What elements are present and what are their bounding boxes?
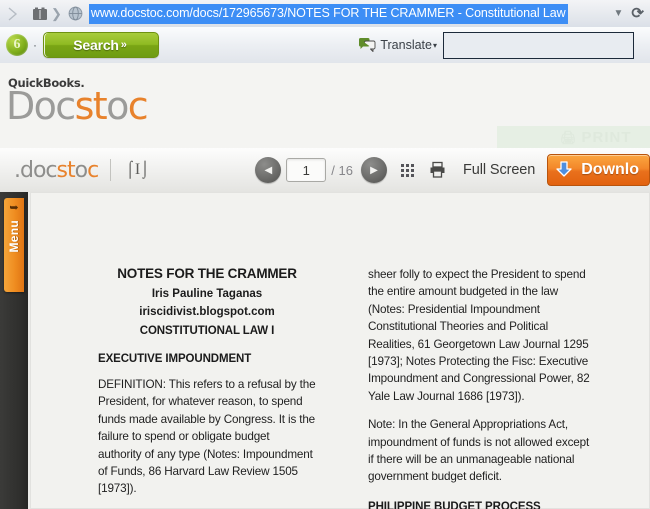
- viewer-logo-doc: .doc: [14, 157, 58, 183]
- docstoc-logo-doc: Doc: [6, 84, 76, 128]
- chevron-down-icon[interactable]: ▾: [433, 41, 437, 50]
- viewer-toolbar: .docstoc ⌠I⌡ ◀ 1 / 16 ▶ Full Screen Down…: [0, 148, 650, 193]
- reload-icon[interactable]: ⟳: [629, 4, 648, 24]
- viewer-logo-st: st: [56, 157, 76, 183]
- globe-icon: [65, 3, 87, 25]
- browser-window: ❯ www.docstoc.com/docs/172965673/NOTES F…: [0, 0, 650, 509]
- prev-page-button[interactable]: ◀: [255, 157, 282, 183]
- page-number-input[interactable]: 1: [286, 158, 327, 182]
- printer-icon: 🖨: [560, 129, 578, 145]
- document-title: NOTES FOR THE CRAMMER: [117, 266, 297, 281]
- speech-bubble-icon: [358, 37, 376, 53]
- search-button-chevrons: »: [120, 39, 127, 51]
- docstoc-logo-st: st: [74, 84, 108, 128]
- tabs-icon[interactable]: [30, 5, 50, 23]
- document-left-column: NOTES FOR THE CRAMMER Iris Pauline Tagan…: [98, 192, 316, 509]
- download-arrow-icon: [554, 160, 574, 180]
- document-page[interactable]: NOTES FOR THE CRAMMER Iris Pauline Tagan…: [30, 192, 650, 509]
- next-page-icon: ▶: [370, 164, 378, 176]
- tab-separator-chevron-icon: ❯: [51, 5, 62, 21]
- document-columns: NOTES FOR THE CRAMMER Iris Pauline Tagan…: [30, 192, 650, 509]
- toolbar-divider: [110, 159, 112, 181]
- prev-page-icon: ◀: [264, 164, 273, 176]
- grid-thumbnails-icon[interactable]: [400, 163, 414, 177]
- menu-tab-button[interactable]: ➥ Menu: [4, 198, 24, 292]
- left-paragraph-1: DEFINITION: This refers to a refusal by …: [98, 378, 316, 496]
- print-ghost-button[interactable]: 🖨 PRINT: [560, 129, 632, 146]
- document-blog-url: iriscidivist.blogspot.com: [139, 306, 275, 318]
- page-number-value: 1: [302, 162, 310, 178]
- address-bar-actions: ▼ ⟳: [608, 4, 650, 24]
- menu-tab-label: Menu: [7, 220, 21, 253]
- url-dropdown-icon[interactable]: ▼: [608, 8, 630, 19]
- url-field[interactable]: www.docstoc.com/docs/172965673/NOTES FOR…: [88, 0, 608, 27]
- left-heading-1: EXECUTIVE IMPOUNDMENT: [98, 353, 252, 365]
- document-right-column: sheer folly to expect the President to s…: [368, 192, 596, 509]
- viewer-docstoc-logo[interactable]: .docstoc: [14, 157, 99, 183]
- site-header: 🖨 PRINT QuickBooks. Docstoc We Make Your…: [0, 63, 650, 197]
- translate-input[interactable]: [443, 31, 634, 59]
- download-label: Downlo: [581, 161, 639, 178]
- fullscreen-button[interactable]: Full Screen: [463, 162, 535, 178]
- page-total-label: / 16: [331, 162, 353, 178]
- browser-address-bar: ❯ www.docstoc.com/docs/172965673/NOTES F…: [0, 0, 650, 28]
- toolbar-dot-separator: ·: [33, 38, 37, 52]
- print-ghost-label: PRINT: [581, 129, 632, 146]
- right-paragraph-2: Note: In the General Appropriations Act,…: [368, 418, 590, 484]
- docstoc-logo-c: c: [127, 84, 149, 128]
- viewer-logo-c: c: [87, 157, 99, 183]
- arrow-flag-icon: ➥: [9, 202, 19, 214]
- translate-control[interactable]: Translate ▾: [358, 37, 443, 53]
- right-heading-1: PHILIPPINE BUDGET PROCESS: [368, 500, 541, 509]
- i-beam-icon[interactable]: ⌠I⌡: [125, 161, 150, 179]
- document-author: Iris Pauline Taganas: [151, 288, 263, 300]
- back-chevron-icon[interactable]: [2, 3, 24, 25]
- viewer-logo-o: o: [74, 157, 89, 183]
- translate-label: Translate: [380, 38, 432, 52]
- docstoc-logo[interactable]: Docstoc: [6, 84, 149, 128]
- babylon-search-button[interactable]: Search »: [43, 32, 159, 58]
- printer-icon[interactable]: [428, 161, 447, 179]
- document-course: CONSTITUTIONAL LAW I: [139, 325, 275, 337]
- docstoc-logo-o: o: [106, 84, 129, 128]
- document-viewer[interactable]: ➥ Menu NOTES FOR THE CRAMMER Iris Paulin…: [0, 192, 650, 509]
- babylon-toolbar: 6 · Search » Translate ▾: [0, 27, 650, 64]
- download-button[interactable]: Downlo: [547, 154, 650, 186]
- url-text: www.docstoc.com/docs/172965673/NOTES FOR…: [88, 3, 568, 24]
- next-page-button[interactable]: ▶: [360, 157, 387, 183]
- babylon-logo-icon[interactable]: 6: [6, 34, 28, 56]
- right-paragraph-1: sheer folly to expect the President to s…: [368, 268, 590, 403]
- search-button-label: Search: [73, 37, 119, 53]
